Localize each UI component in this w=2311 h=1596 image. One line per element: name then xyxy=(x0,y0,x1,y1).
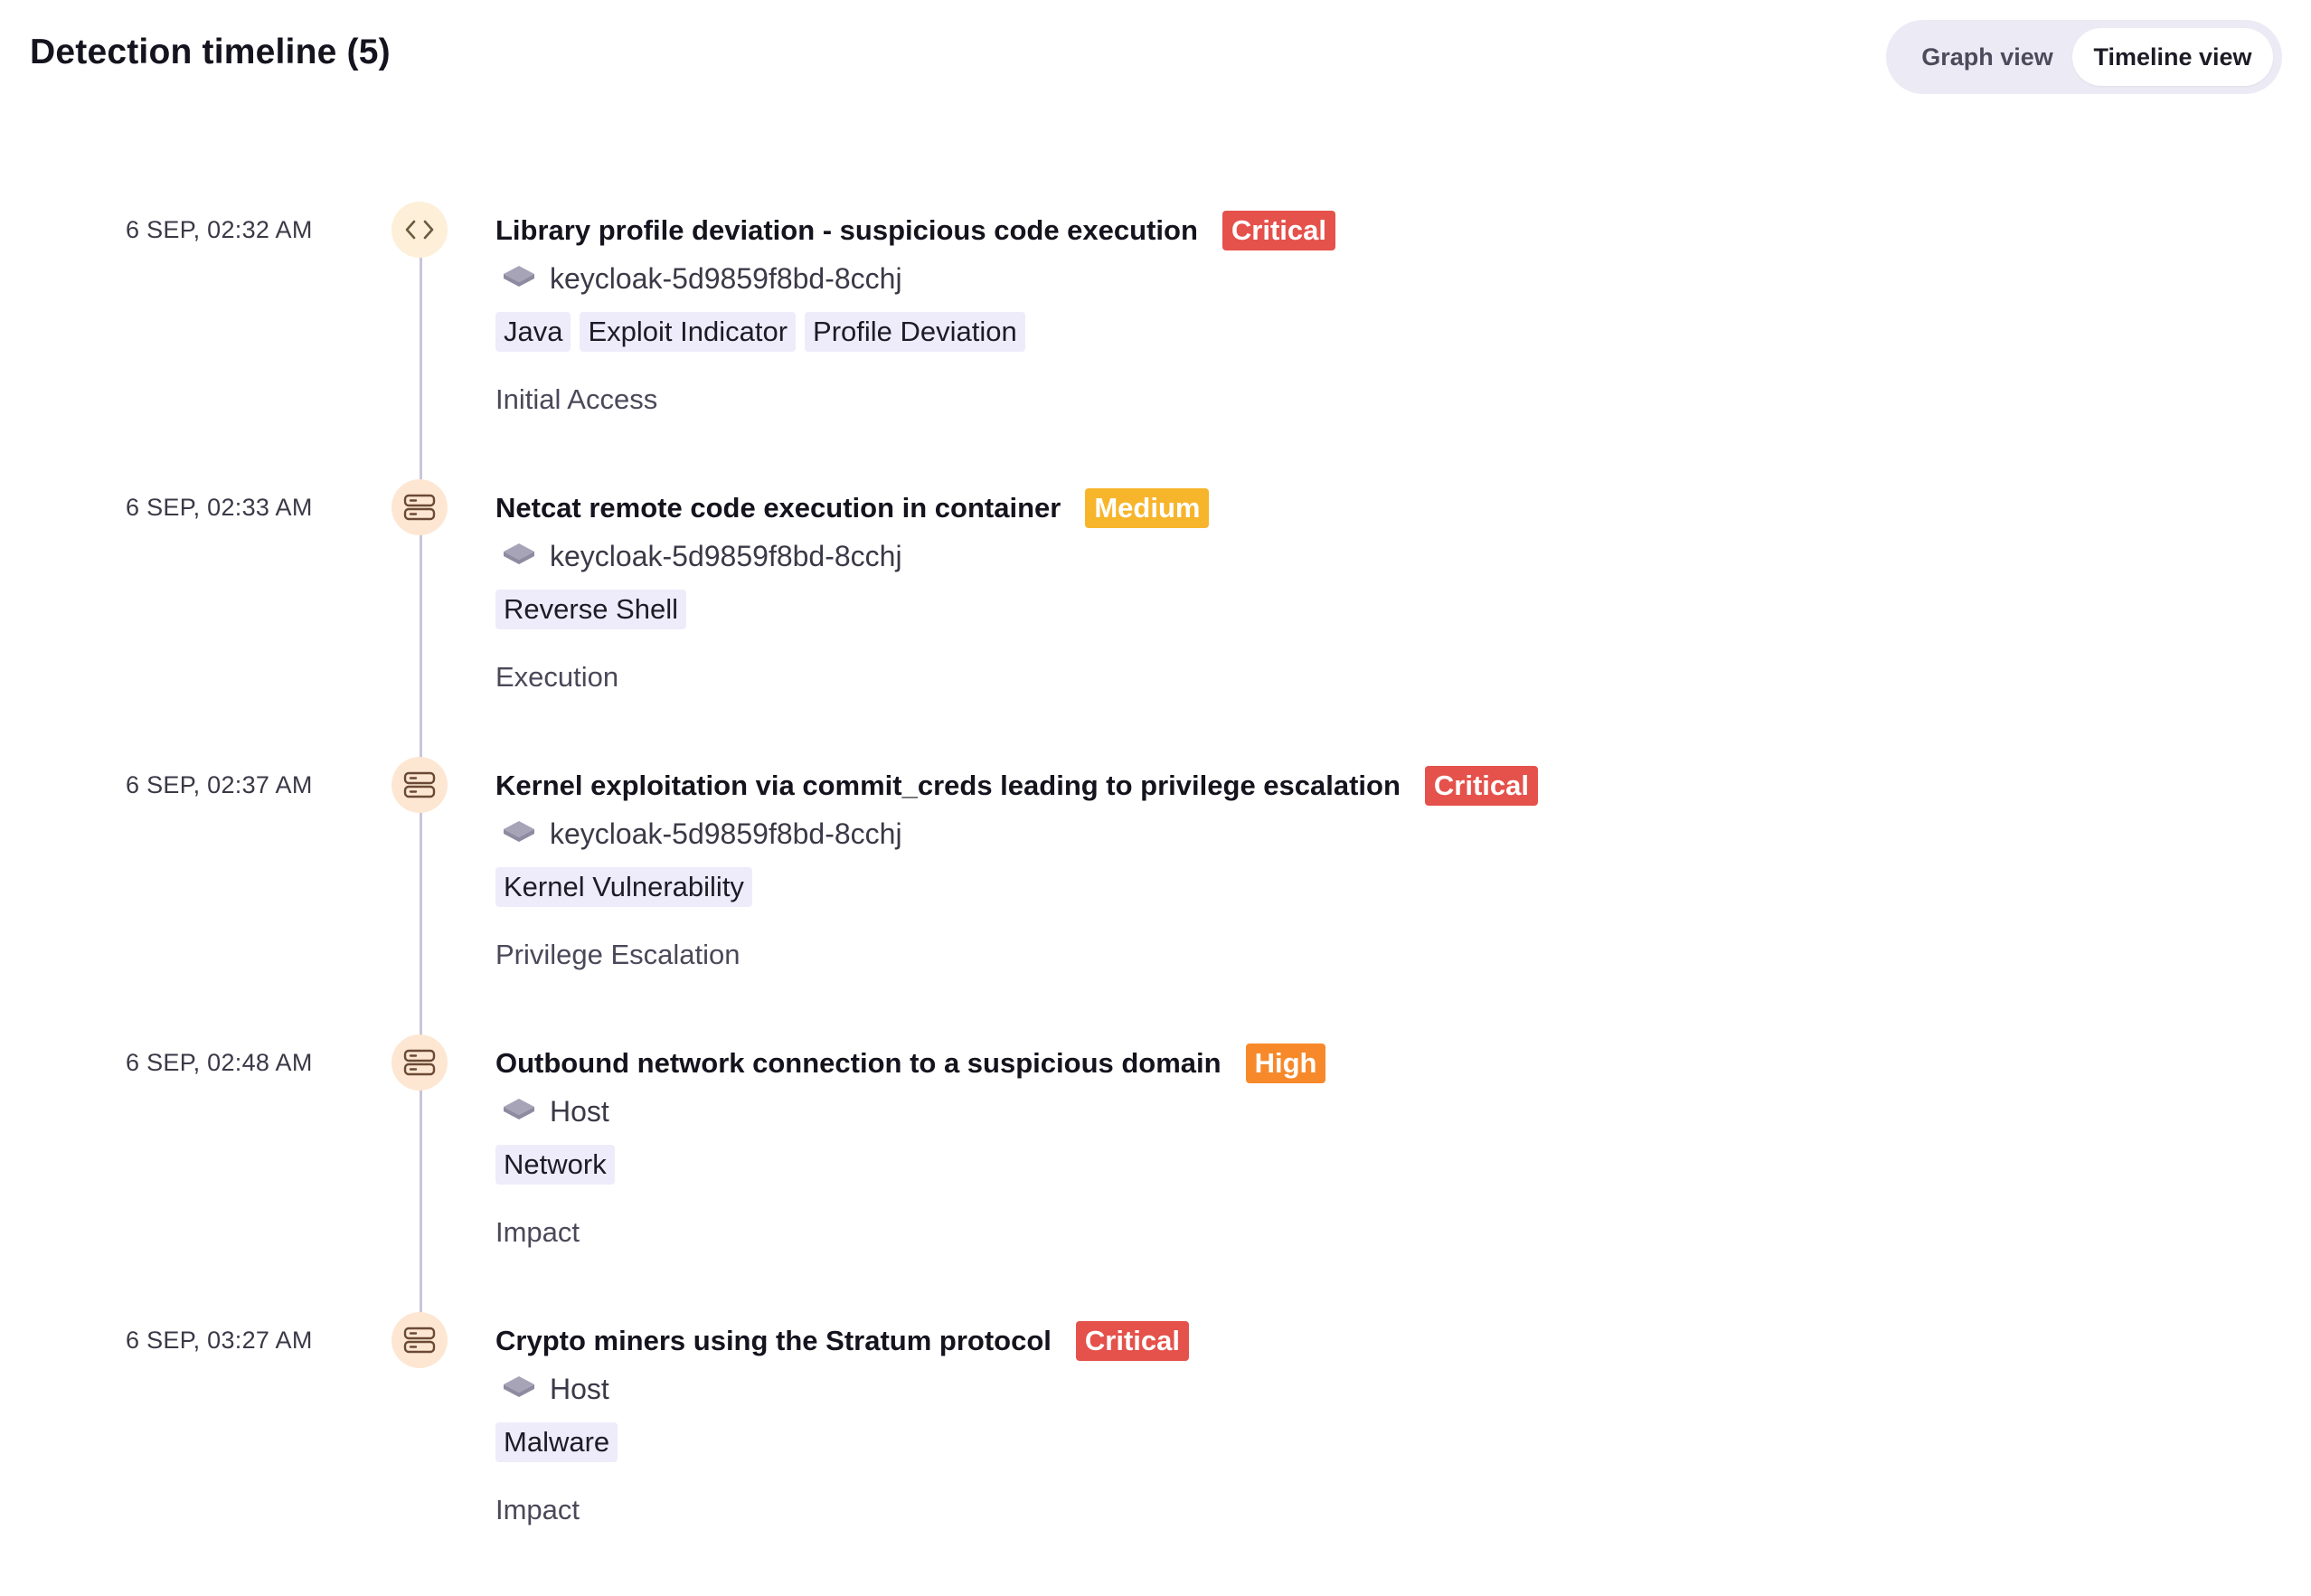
event-tags: Network xyxy=(495,1145,624,1185)
tag-chip: Exploit Indicator xyxy=(580,312,797,352)
event-tags: Reverse Shell xyxy=(495,590,695,629)
event-time: 6 SEP, 02:37 AM xyxy=(126,771,313,798)
severity-badge: Critical xyxy=(1075,1321,1189,1361)
event-title[interactable]: Netcat remote code execution in containe… xyxy=(495,489,1061,527)
severity-badge: High xyxy=(1245,1044,1326,1083)
severity-badge: Critical xyxy=(1222,211,1336,250)
page-title: Detection timeline (5) xyxy=(30,33,391,72)
severity-badge: Critical xyxy=(1424,766,1539,806)
event-tags: Malware xyxy=(495,1422,627,1462)
event-header: Kernel exploitation via commit_creds lea… xyxy=(495,766,1539,806)
event-resource: Host xyxy=(501,1092,609,1130)
timeline-event[interactable]: 6 SEP, 02:33 AM Netcat remote code execut… xyxy=(0,479,2311,763)
event-header: Netcat remote code execution in containe… xyxy=(495,488,1210,528)
attack-phase: Impact xyxy=(495,1494,580,1525)
timeline-event[interactable]: 6 SEP, 02:37 AM Kernel exploitation via c… xyxy=(0,757,2311,1041)
severity-badge: Medium xyxy=(1085,488,1210,528)
page-title-text: Detection timeline xyxy=(30,33,337,71)
layer-icon xyxy=(501,263,537,295)
event-resource: keycloak-5d9859f8bd-8cchj xyxy=(501,815,902,853)
attack-phase: Initial Access xyxy=(495,383,658,415)
resource-name: keycloak-5d9859f8bd-8cchj xyxy=(550,540,902,572)
attack-phase: Privilege Escalation xyxy=(495,939,740,970)
timeline-event[interactable]: 6 SEP, 02:48 AM Outbound network connecti… xyxy=(0,1034,2311,1318)
code-icon xyxy=(391,202,448,258)
graph-view-button[interactable]: Graph view xyxy=(1893,28,2081,86)
attack-phase: Impact xyxy=(495,1216,580,1248)
resource-name: Host xyxy=(550,1373,609,1405)
tag-chip: Malware xyxy=(495,1422,618,1462)
server-icon xyxy=(391,1034,448,1091)
layer-icon xyxy=(501,541,537,572)
event-header: Outbound network connection to a suspici… xyxy=(495,1044,1326,1083)
timeline-event[interactable]: 6 SEP, 02:32 AM Library profile deviation… xyxy=(0,202,2311,486)
attack-phase: Execution xyxy=(495,661,619,693)
event-resource: Host xyxy=(501,1370,609,1408)
layer-icon xyxy=(501,1374,537,1405)
event-time: 6 SEP, 02:48 AM xyxy=(126,1049,313,1076)
detection-timeline-page: Detection timeline (5) Graph view Timeli… xyxy=(0,0,2311,1541)
timeline-view-button[interactable]: Timeline view xyxy=(2072,28,2273,86)
resource-name: Host xyxy=(550,1095,609,1128)
tag-chip: Network xyxy=(495,1145,615,1185)
event-title[interactable]: Crypto miners using the Stratum protocol xyxy=(495,1322,1052,1360)
event-tags: Kernel Vulnerability xyxy=(495,867,761,907)
timeline-event[interactable]: 6 SEP, 03:27 AM Crypto miners using the S… xyxy=(0,1312,2311,1596)
view-toggle: Graph view Timeline view xyxy=(1886,20,2282,94)
resource-name: keycloak-5d9859f8bd-8cchj xyxy=(550,262,902,295)
event-header: Crypto miners using the Stratum protocol… xyxy=(495,1321,1189,1361)
event-time: 6 SEP, 02:33 AM xyxy=(126,494,313,521)
event-title[interactable]: Library profile deviation - suspicious c… xyxy=(495,212,1198,250)
event-title[interactable]: Outbound network connection to a suspici… xyxy=(495,1044,1222,1082)
tag-chip: Java xyxy=(495,312,571,352)
event-resource: keycloak-5d9859f8bd-8cchj xyxy=(501,537,902,575)
server-icon xyxy=(391,757,448,813)
event-tags: Java Exploit Indicator Profile Deviation xyxy=(495,312,1034,352)
layer-icon xyxy=(501,1096,537,1128)
event-time: 6 SEP, 03:27 AM xyxy=(126,1327,313,1354)
event-header: Library profile deviation - suspicious c… xyxy=(495,211,1336,250)
resource-name: keycloak-5d9859f8bd-8cchj xyxy=(550,817,902,850)
server-icon xyxy=(391,479,448,535)
event-title[interactable]: Kernel exploitation via commit_creds lea… xyxy=(495,767,1401,805)
layer-icon xyxy=(501,818,537,850)
event-resource: keycloak-5d9859f8bd-8cchj xyxy=(501,260,902,297)
server-icon xyxy=(391,1312,448,1368)
event-time: 6 SEP, 02:32 AM xyxy=(126,216,313,243)
detection-count: (5) xyxy=(346,33,391,71)
tag-chip: Profile Deviation xyxy=(805,312,1025,352)
tag-chip: Kernel Vulnerability xyxy=(495,867,752,907)
tag-chip: Reverse Shell xyxy=(495,590,686,629)
